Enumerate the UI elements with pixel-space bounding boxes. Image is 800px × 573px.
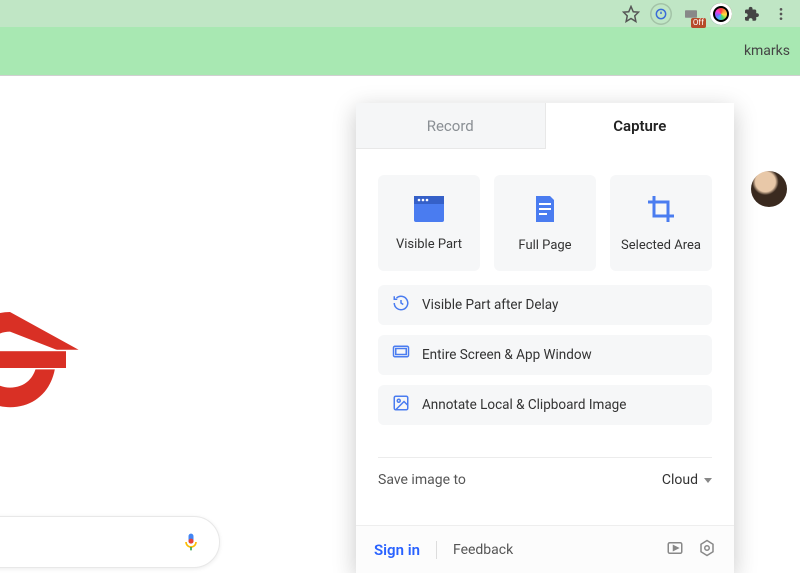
page-body: Record Capture Visible Part Full Page bbox=[0, 75, 800, 529]
image-icon bbox=[392, 394, 410, 416]
option-full-page[interactable]: Full Page bbox=[494, 175, 596, 271]
extension-icon-2[interactable]: Off bbox=[680, 3, 702, 25]
option-visible-delay[interactable]: Visible Part after Delay bbox=[378, 285, 712, 325]
tab-record[interactable]: Record bbox=[356, 103, 546, 149]
scroll-page-icon bbox=[530, 194, 560, 228]
option-label: Visible Part bbox=[396, 237, 462, 252]
option-label: Selected Area bbox=[621, 238, 701, 253]
delay-icon bbox=[392, 294, 410, 316]
option-visible-part[interactable]: Visible Part bbox=[378, 175, 480, 271]
browser-window-icon bbox=[413, 195, 445, 227]
save-destination-row: Save image to Cloud bbox=[356, 458, 734, 502]
option-selected-area[interactable]: Selected Area bbox=[610, 175, 712, 271]
save-label: Save image to bbox=[378, 472, 466, 488]
option-annotate-local[interactable]: Annotate Local & Clipboard Image bbox=[378, 385, 712, 425]
avatar[interactable] bbox=[751, 171, 787, 207]
tab-capture[interactable]: Capture bbox=[546, 103, 735, 149]
divider bbox=[436, 541, 437, 559]
extension-popup: Record Capture Visible Part Full Page bbox=[356, 103, 734, 573]
voice-search-icon[interactable] bbox=[181, 529, 201, 555]
option-entire-screen[interactable]: Entire Screen & App Window bbox=[378, 335, 712, 375]
feedback-link[interactable]: Feedback bbox=[453, 542, 513, 558]
browser-toolbar: Off bbox=[0, 0, 800, 27]
option-label: Entire Screen & App Window bbox=[422, 347, 592, 363]
extension-icon-3[interactable] bbox=[710, 3, 732, 25]
popup-footer: Sign in Feedback bbox=[356, 525, 734, 573]
star-icon[interactable] bbox=[620, 3, 642, 25]
tabs: Record Capture bbox=[356, 103, 734, 149]
video-library-icon[interactable] bbox=[666, 539, 684, 561]
extension-icon-1[interactable] bbox=[650, 3, 672, 25]
capture-options: Visible Part Full Page Selected Area bbox=[356, 149, 734, 439]
settings-icon[interactable] bbox=[698, 539, 716, 561]
extensions-puzzle-icon[interactable] bbox=[740, 3, 762, 25]
save-destination-value: Cloud bbox=[662, 472, 698, 488]
google-logo-fragment bbox=[0, 291, 140, 431]
monitor-icon bbox=[392, 344, 410, 366]
option-label: Full Page bbox=[518, 238, 571, 253]
chevron-down-icon bbox=[704, 478, 712, 483]
crop-icon bbox=[646, 194, 676, 228]
bookmarks-label-partial[interactable]: kmarks bbox=[744, 43, 790, 59]
off-badge: Off bbox=[691, 18, 706, 28]
option-label: Visible Part after Delay bbox=[422, 297, 558, 313]
signin-button[interactable]: Sign in bbox=[374, 541, 420, 559]
bookmarks-bar: kmarks bbox=[0, 27, 800, 75]
save-destination-select[interactable]: Cloud bbox=[662, 472, 712, 488]
search-box[interactable] bbox=[0, 516, 220, 568]
overflow-menu-icon[interactable] bbox=[770, 3, 792, 25]
option-label: Annotate Local & Clipboard Image bbox=[422, 397, 626, 413]
